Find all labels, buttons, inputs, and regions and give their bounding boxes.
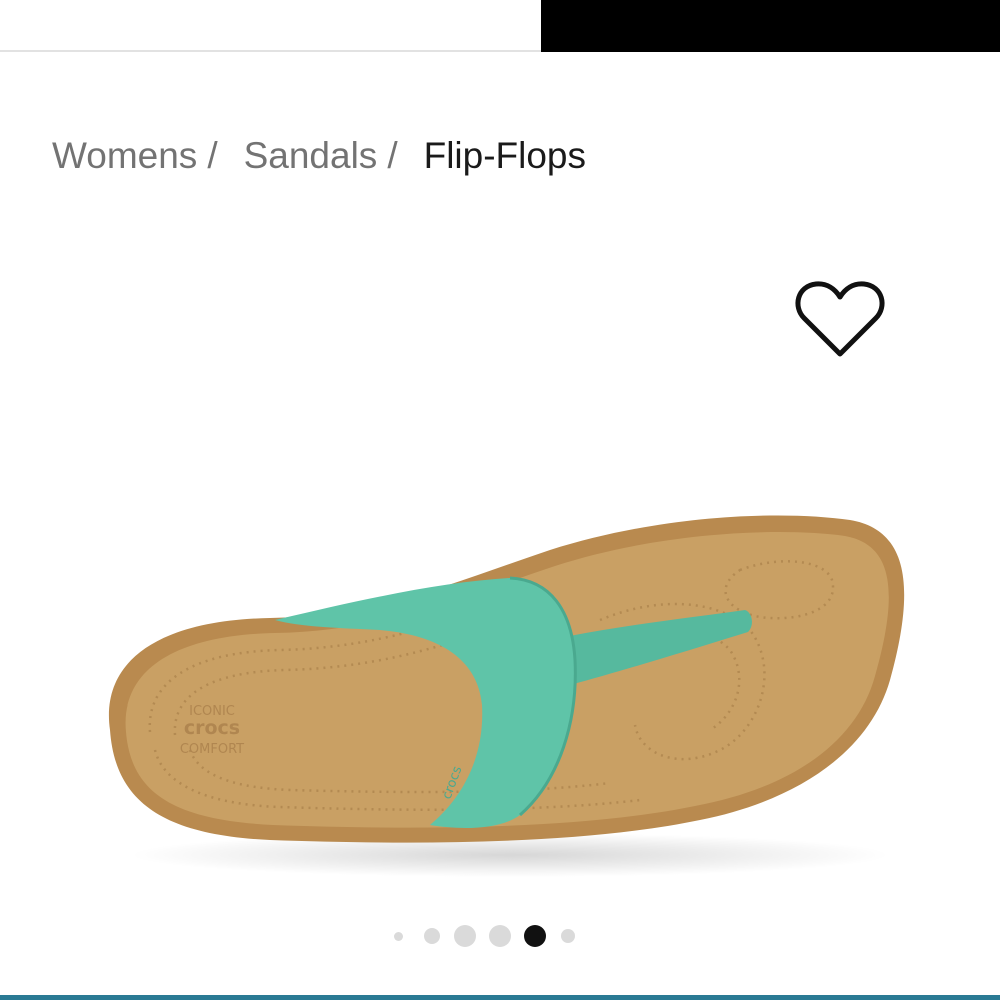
carousel-dot[interactable] xyxy=(424,928,440,944)
carousel-dot[interactable] xyxy=(394,932,403,941)
accent-strip xyxy=(0,995,1000,1000)
product-page: Womens / Sandals / Flip-Flops ICONIC cro… xyxy=(0,0,1000,1000)
breadcrumb: Womens / Sandals / Flip-Flops xyxy=(52,130,586,182)
carousel-dot[interactable] xyxy=(489,925,511,947)
svg-text:COMFORT: COMFORT xyxy=(180,742,244,757)
footbed-logo: ICONIC crocs COMFORT xyxy=(180,704,244,757)
header-bar xyxy=(541,0,1000,52)
carousel-dot-active[interactable] xyxy=(524,925,546,947)
svg-text:crocs: crocs xyxy=(184,717,240,739)
breadcrumb-link-womens[interactable]: Womens xyxy=(52,135,197,177)
carousel-dot[interactable] xyxy=(454,925,476,947)
header-divider xyxy=(0,50,541,52)
breadcrumb-current: Flip-Flops xyxy=(423,135,587,176)
add-to-favorites-button[interactable] xyxy=(794,278,886,360)
heart-outline-icon xyxy=(795,281,885,357)
breadcrumb-separator: / xyxy=(207,135,218,176)
carousel-indicator xyxy=(390,922,590,950)
carousel-dot[interactable] xyxy=(561,929,575,943)
product-image: ICONIC crocs COMFORT crocs xyxy=(108,515,905,877)
breadcrumb-link-sandals[interactable]: Sandals xyxy=(244,135,378,177)
breadcrumb-separator: / xyxy=(387,135,398,176)
